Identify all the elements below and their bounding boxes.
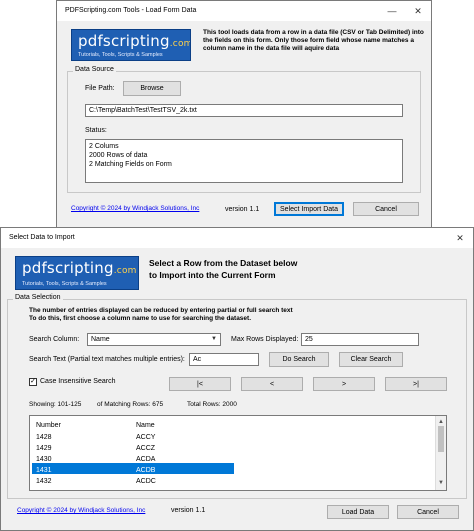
total-rows-label: Total Rows: 2000 [187, 401, 237, 408]
browse-button[interactable]: Browse [123, 81, 181, 96]
copyright-link[interactable]: Copyright © 2024 by Windjack Solutions, … [17, 507, 145, 514]
status-label: Status: [85, 127, 107, 134]
nav-last-button[interactable]: >| [385, 377, 447, 391]
max-rows-label: Max Rows Displayed: [231, 336, 299, 343]
cancel-button[interactable]: Cancel [397, 505, 459, 519]
search-text-label: Search Text (Partial text matches multip… [29, 356, 185, 363]
status-line: 2 Colums [89, 143, 119, 150]
data-source-group-label: Data Source [73, 66, 116, 73]
cancel-button[interactable]: Cancel [353, 202, 419, 216]
status-line: 2000 Rows of data [89, 152, 148, 159]
list-item[interactable]: 1432 ACDC [30, 474, 434, 485]
minimize-button[interactable]: — [379, 1, 405, 21]
data-list[interactable]: Number Name 1428 ACCY 1429 ACCZ 1430 ACDA 1… [29, 415, 447, 491]
load-data-button[interactable]: Load Data [327, 505, 389, 519]
load-form-data-window: PDFScripting.com Tools - Load Form Data … [56, 0, 432, 228]
clear-search-button[interactable]: Clear Search [339, 352, 403, 367]
window2-heading: Select a Row from the Dataset below to I… [149, 258, 298, 280]
logo-tagline: Tutorials, Tools, Scripts & Samples [78, 52, 163, 58]
status-box: 2 Colums 2000 Rows of data 2 Matching Fi… [85, 139, 403, 183]
nav-prev-button[interactable]: < [241, 377, 303, 391]
file-path-label: File Path: [85, 85, 115, 92]
close-button[interactable]: ✕ [405, 1, 431, 21]
select-import-data-button[interactable]: Select Import Data [274, 202, 344, 216]
pdfscripting-logo: pdfscripting.com Tutorials, Tools, Scrip… [71, 29, 191, 61]
search-text-input[interactable]: Ac [189, 353, 259, 366]
list-item[interactable]: 1428 ACCY [30, 430, 434, 441]
status-line: 2 Matching Fields on Form [89, 161, 172, 168]
version-label: version 1.1 [225, 206, 260, 213]
window2-titlebar[interactable]: Select Data to Import ✕ [1, 228, 473, 248]
scroll-down-arrow[interactable]: ▼ [438, 478, 444, 489]
copyright-link[interactable]: Copyright © 2024 by Windjack Solutions, … [71, 205, 199, 212]
tool-description: This tool loads data from a row in a dat… [203, 29, 424, 52]
version-label: version 1.1 [171, 507, 206, 514]
select-data-window: Select Data to Import ✕ pdfscripting.com… [0, 227, 474, 531]
close-button[interactable]: ✕ [447, 228, 473, 248]
pdfscripting-logo: pdfscripting.com Tutorials, Tools, Scrip… [15, 256, 139, 290]
scrollbar[interactable]: ▲ ▼ [435, 416, 446, 490]
chevron-down-icon: ▼ [211, 336, 217, 342]
instructions: The number of entries displayed can be r… [29, 307, 293, 322]
do-search-button[interactable]: Do Search [269, 352, 329, 367]
search-column-label: Search Column: [29, 336, 80, 343]
max-rows-input[interactable]: 25 [301, 333, 419, 346]
showing-label: Showing: 101-125 [29, 401, 82, 408]
window2-title: Select Data to Import [9, 234, 75, 241]
window1-title: PDFScripting.com Tools - Load Form Data [65, 7, 197, 14]
list-item[interactable]: 1430 ACDA [30, 452, 434, 463]
case-insensitive-checkbox[interactable]: ✓ [29, 378, 37, 386]
nav-next-button[interactable]: > [313, 377, 375, 391]
search-column-select[interactable]: Name ▼ [87, 333, 221, 346]
window1-titlebar[interactable]: PDFScripting.com Tools - Load Form Data … [57, 1, 431, 21]
list-item-selected[interactable]: 1431 ACDB [32, 463, 234, 474]
list-item[interactable]: 1429 ACCZ [30, 441, 434, 452]
list-header: Number Name [30, 418, 446, 429]
matching-rows-label: of Matching Rows: 675 [97, 401, 164, 408]
scroll-thumb[interactable] [438, 426, 444, 452]
nav-first-button[interactable]: |< [169, 377, 231, 391]
logo-tagline: Tutorials, Tools, Scripts & Samples [22, 281, 107, 287]
case-insensitive-label: Case Insensitive Search [40, 378, 116, 385]
data-selection-group-label: Data Selection [13, 294, 63, 301]
file-path-input[interactable]: C:\Temp\BatchTest\TestTSV_2k.txt [85, 104, 403, 117]
